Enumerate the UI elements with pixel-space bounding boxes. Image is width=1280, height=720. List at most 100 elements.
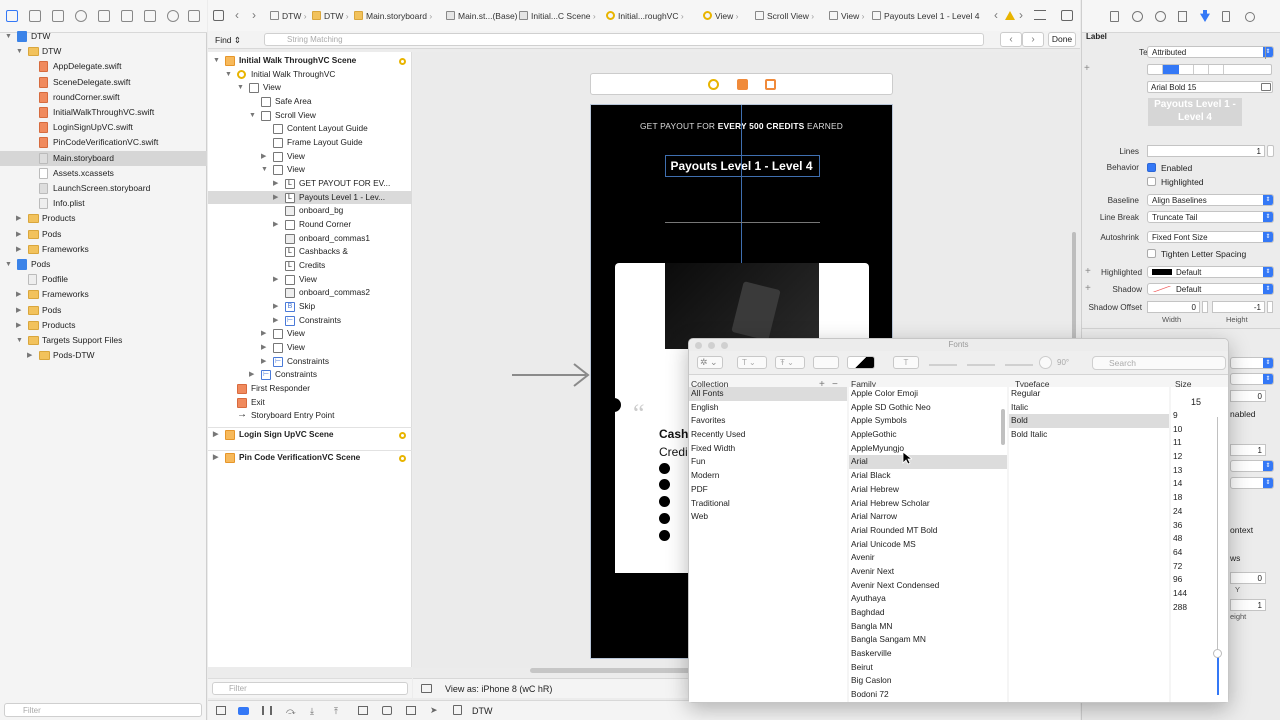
size-item[interactable]: 64 (1171, 546, 1201, 560)
memory-graph-icon[interactable] (382, 706, 392, 715)
file-tree-row[interactable]: Assets.xcassets (0, 166, 207, 181)
view-controller-icon[interactable] (708, 79, 719, 90)
font-family-item[interactable]: Apple Color Emoji (849, 387, 1007, 401)
disclosure-open-icon[interactable]: ▼ (16, 333, 23, 348)
font-family-item[interactable]: Baghdad (849, 606, 1007, 620)
zoom-icon[interactable] (721, 342, 728, 349)
partial-popup[interactable]: ⇕ (1230, 477, 1274, 489)
align-right-icon[interactable] (1179, 65, 1194, 74)
disclosure-open-icon[interactable]: ▼ (261, 163, 268, 177)
align-natural-icon[interactable] (1209, 65, 1224, 74)
disclosure-closed-icon[interactable]: ▶ (16, 242, 21, 257)
identity-icon[interactable] (1178, 11, 1187, 22)
file-tree-row[interactable]: Info.plist (0, 196, 207, 211)
shadow-blur-slider[interactable] (967, 364, 995, 366)
outline-row[interactable]: ▶ B Skip (208, 300, 412, 314)
disclosure-closed-icon[interactable]: ▶ (16, 318, 21, 333)
breadcrumb-item[interactable]: Main.storyboard › (354, 11, 432, 21)
family-scrollbar[interactable] (1001, 409, 1005, 445)
disclosure-closed-icon[interactable]: ▶ (27, 348, 32, 363)
size-item[interactable]: 11 (1171, 436, 1201, 450)
breadcrumb-item[interactable]: Scroll View › (755, 11, 814, 21)
disclosure-closed-icon[interactable]: ▶ (16, 211, 21, 226)
font-family-item[interactable]: Arial (849, 455, 1007, 470)
outline-row[interactable]: onboard_bg (208, 204, 412, 218)
collection-item[interactable]: All Fonts (689, 387, 847, 401)
size-slider-track[interactable] (1217, 417, 1218, 667)
size-list[interactable]: 9 10 11 12 13 14 18 24 36 48 64 72 96 144 288 (1171, 409, 1201, 702)
strikethrough-popup[interactable]: Ŧ ⌄ (775, 356, 805, 369)
outline-toggle-icon[interactable] (421, 684, 432, 693)
back-icon[interactable]: ‹ (235, 8, 239, 22)
collection-item[interactable]: PDF (689, 483, 847, 497)
file-tree-row[interactable]: Main.storyboard (0, 150, 207, 166)
font-family-item[interactable]: Avenir Next (849, 565, 1007, 579)
outline-row[interactable]: L Credits (208, 259, 412, 273)
outline-scene-row[interactable]: ▶ Login Sign UpVC Scene (208, 427, 412, 441)
file-tree-row[interactable]: roundCorner.swift (0, 90, 207, 105)
source-control-icon[interactable] (29, 10, 41, 22)
outline-row[interactable]: ▼ Initial Walk ThroughVC (208, 68, 412, 82)
font-family-item[interactable]: Arial Narrow (849, 510, 1007, 524)
typeface-list[interactable]: Regular Italic Bold Bold Italic (1009, 387, 1169, 702)
size-item[interactable]: 24 (1171, 505, 1201, 519)
disclosure-closed-icon[interactable]: ▶ (261, 355, 266, 369)
breadcrumb-item[interactable]: View › (703, 11, 738, 21)
file-tree-row[interactable]: ▶ Pods (0, 303, 207, 318)
breadcrumb-item[interactable]: Payouts Level 1 - Level 4 (872, 11, 979, 21)
outline-row[interactable]: L Cashbacks & (208, 245, 412, 259)
font-family-item[interactable]: Apple SD Gothic Neo (849, 401, 1007, 415)
partial-field[interactable]: 1 (1230, 599, 1266, 611)
outline-row[interactable]: Exit (208, 396, 412, 410)
outline-row[interactable]: ▶ ⊢ Constraints (208, 355, 412, 369)
help-icon[interactable] (1155, 11, 1166, 22)
cashbacks-label[interactable]: Cash (659, 427, 688, 441)
collection-item[interactable]: Traditional (689, 497, 847, 511)
font-family-item[interactable]: Bodoni 72 (849, 688, 1007, 702)
breadcrumb-item[interactable]: DTW › (270, 11, 307, 21)
breakpoint-icon[interactable] (167, 10, 179, 22)
exit-icon[interactable] (765, 79, 776, 90)
find-input[interactable]: String Matching (264, 33, 984, 46)
outline-row[interactable]: ▶ View (208, 327, 412, 341)
outline-row[interactable]: ▶ View (208, 150, 412, 164)
disclosure-open-icon[interactable]: ▼ (237, 81, 244, 95)
align-center-icon[interactable] (1163, 65, 1179, 74)
size-item[interactable]: 9 (1171, 409, 1201, 423)
file-tree-row[interactable]: ▶ Pods-DTW (0, 348, 207, 363)
collection-item[interactable]: English (689, 401, 847, 415)
next-issue-icon[interactable]: › (1019, 8, 1023, 22)
debug-area-icon[interactable] (216, 706, 226, 715)
font-family-item[interactable]: Arial Hebrew Scholar (849, 497, 1007, 511)
outline-row[interactable]: onboard_commas1 (208, 232, 412, 246)
warning-icon[interactable] (98, 10, 110, 22)
shadow-toggle[interactable]: T (893, 356, 919, 369)
warning-icon[interactable] (1005, 11, 1015, 20)
report-icon[interactable] (188, 10, 200, 22)
highlighted-color-popup[interactable]: Default ⇕ (1147, 266, 1274, 278)
step-over-icon[interactable]: ⤼ (286, 706, 296, 717)
history-icon[interactable] (1132, 11, 1143, 22)
shadow-color-popup[interactable]: Default ⇕ (1147, 283, 1274, 295)
file-tree-row[interactable]: ▶ Products (0, 318, 207, 333)
file-tree-row[interactable]: AppDelegate.swift (0, 59, 207, 74)
editor-split-icon[interactable] (1061, 10, 1073, 21)
outline-row[interactable]: Safe Area (208, 95, 412, 109)
highlighted-checkbox[interactable] (1147, 177, 1156, 186)
outline-row[interactable]: Content Layout Guide (208, 122, 412, 136)
file-tree-row[interactable]: ▼ Pods (0, 257, 207, 272)
find-next-button[interactable]: › (1022, 32, 1044, 47)
size-item[interactable]: 96 (1171, 573, 1201, 587)
file-inspector-icon[interactable] (1110, 11, 1119, 22)
font-family-item[interactable]: Avenir (849, 551, 1007, 565)
font-family-item[interactable]: AppleMyungjo (849, 442, 1007, 456)
disclosure-closed-icon[interactable]: ▶ (261, 341, 266, 355)
underline-popup[interactable]: T ⌄ (737, 356, 767, 369)
disclosure-closed-icon[interactable]: ▶ (213, 428, 218, 442)
find-prev-button[interactable]: ‹ (1000, 32, 1022, 47)
size-slider-knob[interactable] (1213, 649, 1222, 658)
entry-point-arrow[interactable] (512, 362, 592, 388)
fonts-titlebar[interactable]: Fonts (689, 339, 1228, 351)
outline-filter[interactable]: Filter (212, 682, 408, 695)
disclosure-closed-icon[interactable]: ▶ (261, 150, 266, 164)
